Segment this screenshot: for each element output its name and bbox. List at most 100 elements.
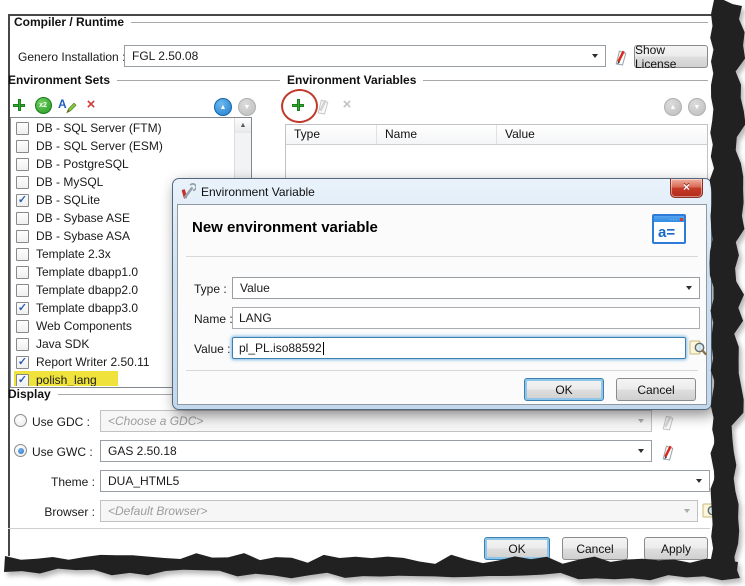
dropdown-arrow-icon [696,479,702,483]
environment-set-label: DB - SQL Server (ESM) [36,139,163,153]
move-variable-up-button[interactable]: ▲ [664,98,682,116]
compiler-runtime-group: Compiler / Runtime [14,15,708,29]
move-variable-down-button[interactable]: ▼ [688,98,706,116]
value-label: Value : [194,342,230,356]
environment-set-label: DB - Sybase ASA [36,229,130,243]
group-rule [131,22,708,23]
add-environment-set-button[interactable] [10,96,28,114]
magnifier-icon [702,502,720,520]
environment-set-checkbox[interactable] [16,230,29,243]
environment-set-label: Template dbapp1.0 [36,265,138,279]
browser-select[interactable]: <Default Browser> [100,500,698,522]
column-header-value[interactable]: Value [497,125,707,144]
edit-pencil-icon: A [58,96,76,114]
red-pen-icon [660,442,677,461]
dropdown-arrow-icon [686,286,692,290]
dialog-ok-button[interactable]: OK [524,378,604,401]
genero-installation-label: Genero Installation : [18,50,125,64]
environment-set-checkbox[interactable] [16,158,29,171]
up-arrow-icon: ▲ [220,104,227,111]
scroll-up-button[interactable]: ▲ [235,118,251,133]
environment-set-label: Java SDK [36,337,89,351]
dropdown-arrow-icon [638,419,644,423]
dropdown-arrow-icon [684,509,690,513]
environment-set-label: Report Writer 2.50.11 [36,355,150,369]
environment-set-checkbox[interactable] [16,212,29,225]
environment-set-label: Template dbapp2.0 [36,283,138,297]
apply-button[interactable]: Apply [644,537,708,560]
type-label: Type : [194,282,227,296]
use-gdc-label: Use GDC : [32,415,90,429]
type-select[interactable]: Value [232,277,700,299]
environment-set-checkbox[interactable]: ✓ [16,374,29,387]
environment-set-row[interactable]: DB - PostgreSQL [12,155,234,173]
environment-set-checkbox[interactable] [16,284,29,297]
dialog-content: New environment variable ··· a= Type : V… [177,204,707,405]
compiler-runtime-group-title: Compiler / Runtime [14,15,124,29]
table-header-row: Type Name Value [286,125,707,145]
environment-set-label: DB - SQLite [36,193,100,207]
footer-separator [8,528,710,529]
environment-set-checkbox[interactable] [16,320,29,333]
environment-set-row[interactable]: DB - SQL Server (ESM) [12,137,234,155]
delete-x-icon: × [87,98,96,112]
use-gdc-radio[interactable] [14,414,27,427]
variable-window-icon: ··· a= [652,214,686,244]
plus-icon [12,98,26,112]
environment-set-row[interactable]: DB - SQL Server (FTM) [12,119,234,137]
browse-browser-button[interactable] [701,501,721,521]
magnifier-icon [689,339,707,357]
environment-set-label: Template dbapp3.0 [36,301,138,315]
move-set-up-button[interactable]: ▲ [214,98,232,116]
dialog-rule [186,370,698,371]
name-input[interactable]: LANG [232,307,700,329]
display-group-title: Display [8,387,51,401]
environment-set-checkbox[interactable]: ✓ [16,194,29,207]
column-header-name[interactable]: Name [377,125,497,144]
column-header-type[interactable]: Type [286,125,377,144]
dialog-close-button[interactable]: × [670,179,703,198]
move-set-down-button[interactable]: ▼ [238,98,256,116]
cancel-button[interactable]: Cancel [562,537,628,560]
show-license-button[interactable]: Show License [634,45,708,68]
environment-variable-dialog: Environment Variable × New environment v… [172,178,712,410]
environment-set-checkbox[interactable] [16,266,29,279]
dropdown-arrow-icon [638,449,644,453]
down-arrow-icon: ▼ [694,104,701,111]
edit-gdc-pen-icon[interactable] [658,411,678,431]
delete-variable-button[interactable]: × [338,96,356,114]
environment-set-checkbox[interactable] [16,338,29,351]
edit-gwc-pen-icon[interactable] [658,441,678,461]
delete-x-icon: × [343,98,352,112]
dialog-cancel-button[interactable]: Cancel [616,378,696,401]
environment-variables-group-title: Environment Variables [287,73,416,87]
down-arrow-icon: ▼ [244,104,251,111]
environment-set-checkbox[interactable] [16,140,29,153]
settings-window: Compiler / Runtime Genero Installation :… [0,0,745,586]
use-gwc-radio[interactable] [14,444,27,457]
edit-installation-pen-icon[interactable] [611,46,631,66]
red-pen-icon [613,47,630,66]
edit-environment-set-button[interactable]: A [58,96,76,114]
duplicate-environment-set-button[interactable]: x2 [34,96,52,114]
gwc-select[interactable]: GAS 2.50.18 [100,440,652,462]
use-gwc-label: Use GWC : [32,445,93,459]
browse-value-button[interactable] [688,338,708,358]
genero-installation-select[interactable]: FGL 2.50.08 [124,45,606,67]
environment-set-label: DB - SQL Server (FTM) [36,121,162,135]
environment-set-checkbox[interactable]: ✓ [16,356,29,369]
ok-button[interactable]: OK [484,537,550,560]
environment-set-label: DB - MySQL [36,175,103,189]
environment-set-label: DB - Sybase ASE [36,211,130,225]
theme-select[interactable]: DUA_HTML5 [100,470,710,492]
environment-set-checkbox[interactable] [16,122,29,135]
environment-set-checkbox[interactable] [16,176,29,189]
delete-environment-set-button[interactable]: × [82,96,100,114]
dialog-heading: New environment variable [192,219,378,236]
environment-set-checkbox[interactable] [16,248,29,261]
disabled-pen-icon [660,412,677,431]
environment-set-checkbox[interactable]: ✓ [16,302,29,315]
dialog-title: Environment Variable [201,185,315,199]
gdc-select[interactable]: <Choose a GDC> [100,410,652,432]
value-input[interactable]: pl_PL.iso88592 [232,337,686,359]
